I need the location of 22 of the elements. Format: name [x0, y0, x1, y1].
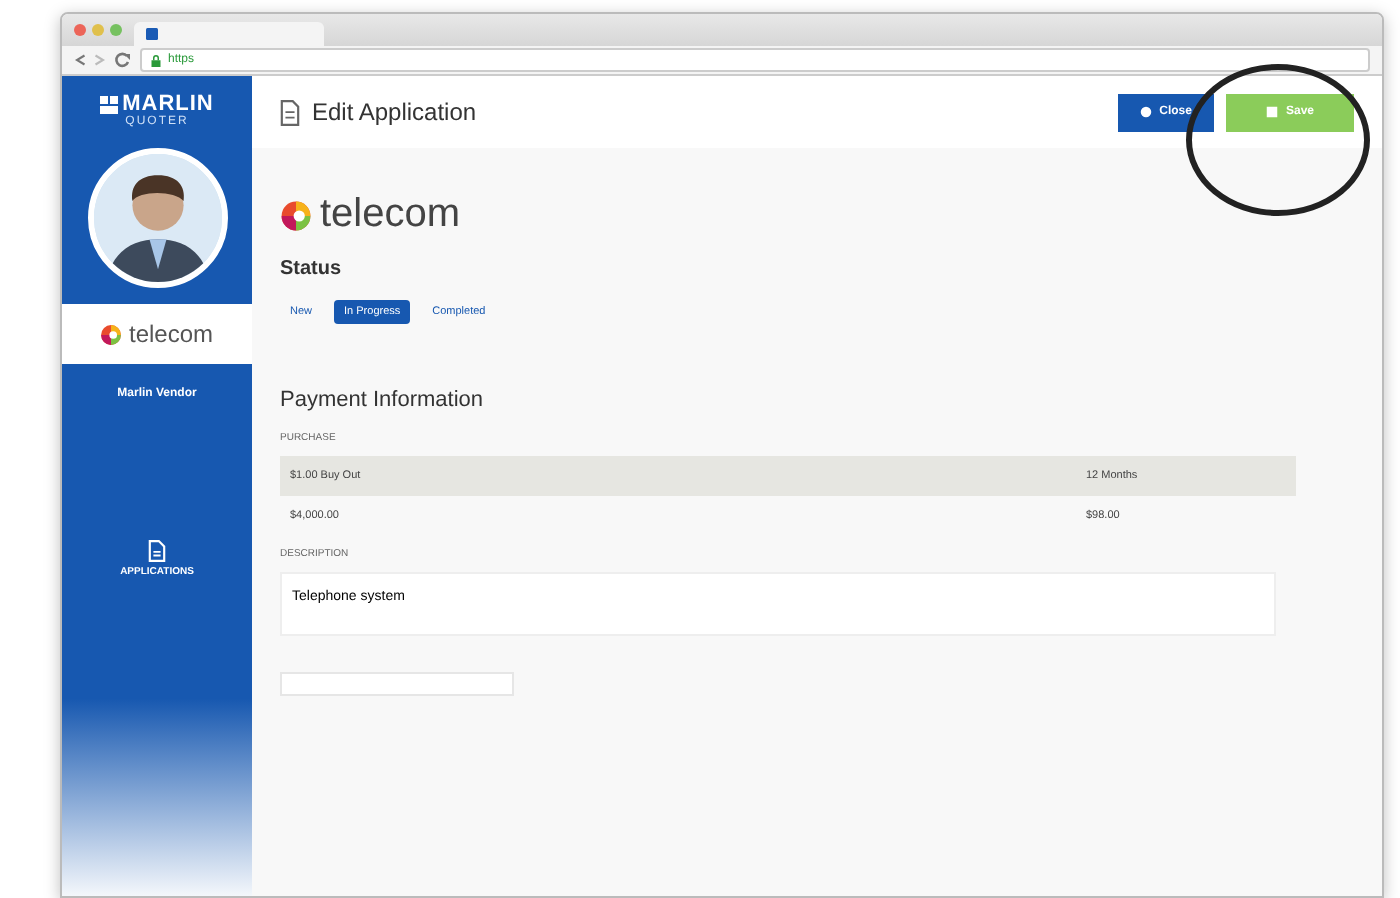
page-title: Edit Application: [312, 98, 479, 126]
lock-icon: [150, 53, 162, 67]
status-heading: Status: [280, 258, 344, 280]
input-field[interactable]: [280, 672, 514, 696]
browser-tab[interactable]: [134, 22, 324, 46]
brand-name: telecom: [320, 192, 461, 238]
circle-icon: [1139, 106, 1152, 118]
forward-icon: [94, 52, 106, 68]
document-icon: [280, 99, 300, 125]
telecom-logo-icon: [100, 323, 123, 345]
document-icon: [147, 540, 166, 562]
logo-mark-icon: [100, 95, 119, 113]
reload-icon: [114, 52, 130, 68]
section-heading: Payment Information: [280, 388, 485, 412]
zoom-window-button[interactable]: [110, 24, 122, 36]
minimize-window-button[interactable]: [92, 24, 104, 36]
telecom-logo-icon: [280, 199, 312, 231]
back-icon: [74, 52, 86, 68]
brand-name: telecom: [128, 320, 214, 348]
logo-title: MARLIN: [122, 92, 214, 116]
close-window-button[interactable]: [74, 24, 86, 36]
favicon-icon: [146, 28, 158, 40]
